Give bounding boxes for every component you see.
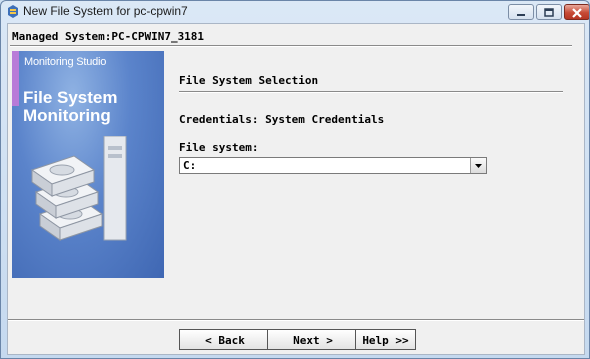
dropdown-arrow-button[interactable] <box>470 158 486 173</box>
section-divider <box>179 91 563 93</box>
app-icon <box>8 5 18 18</box>
file-system-value: C: <box>183 159 197 172</box>
next-button[interactable]: Next > <box>267 329 359 350</box>
managed-system-label: Managed System:PC-CPWIN7_3181 <box>12 30 205 43</box>
file-system-label: File system: <box>179 141 259 154</box>
minimize-icon <box>517 14 525 16</box>
close-icon <box>572 8 582 18</box>
maximize-button[interactable] <box>536 4 562 20</box>
banner-accent-stripe <box>12 51 19 106</box>
help-button[interactable]: Help >> <box>355 329 416 350</box>
chevron-down-icon <box>475 164 482 168</box>
wizard-banner: Monitoring Studio File System Monitoring <box>12 51 164 278</box>
credentials-label: Credentials: System Credentials <box>179 113 385 126</box>
footer-divider <box>8 319 584 321</box>
minimize-button[interactable] <box>508 4 534 20</box>
dialog-window: New File System for pc-cpwin7 Managed Sy… <box>0 0 590 359</box>
file-system-select[interactable]: C: <box>179 157 487 174</box>
back-button[interactable]: < Back <box>179 329 271 350</box>
banner-subtitle: Monitoring Studio <box>24 56 107 68</box>
header-divider <box>10 45 572 47</box>
dialog-content: Managed System:PC-CPWIN7_3181 Monitoring… <box>7 23 585 355</box>
close-button[interactable] <box>564 4 589 20</box>
hard-drives-illustration <box>30 136 127 241</box>
section-title: File System Selection <box>179 74 319 87</box>
maximize-icon <box>544 8 554 17</box>
banner-title: File System Monitoring <box>23 88 118 125</box>
title-bar[interactable]: New File System for pc-cpwin7 <box>1 1 589 23</box>
window-title: New File System for pc-cpwin7 <box>23 4 188 18</box>
